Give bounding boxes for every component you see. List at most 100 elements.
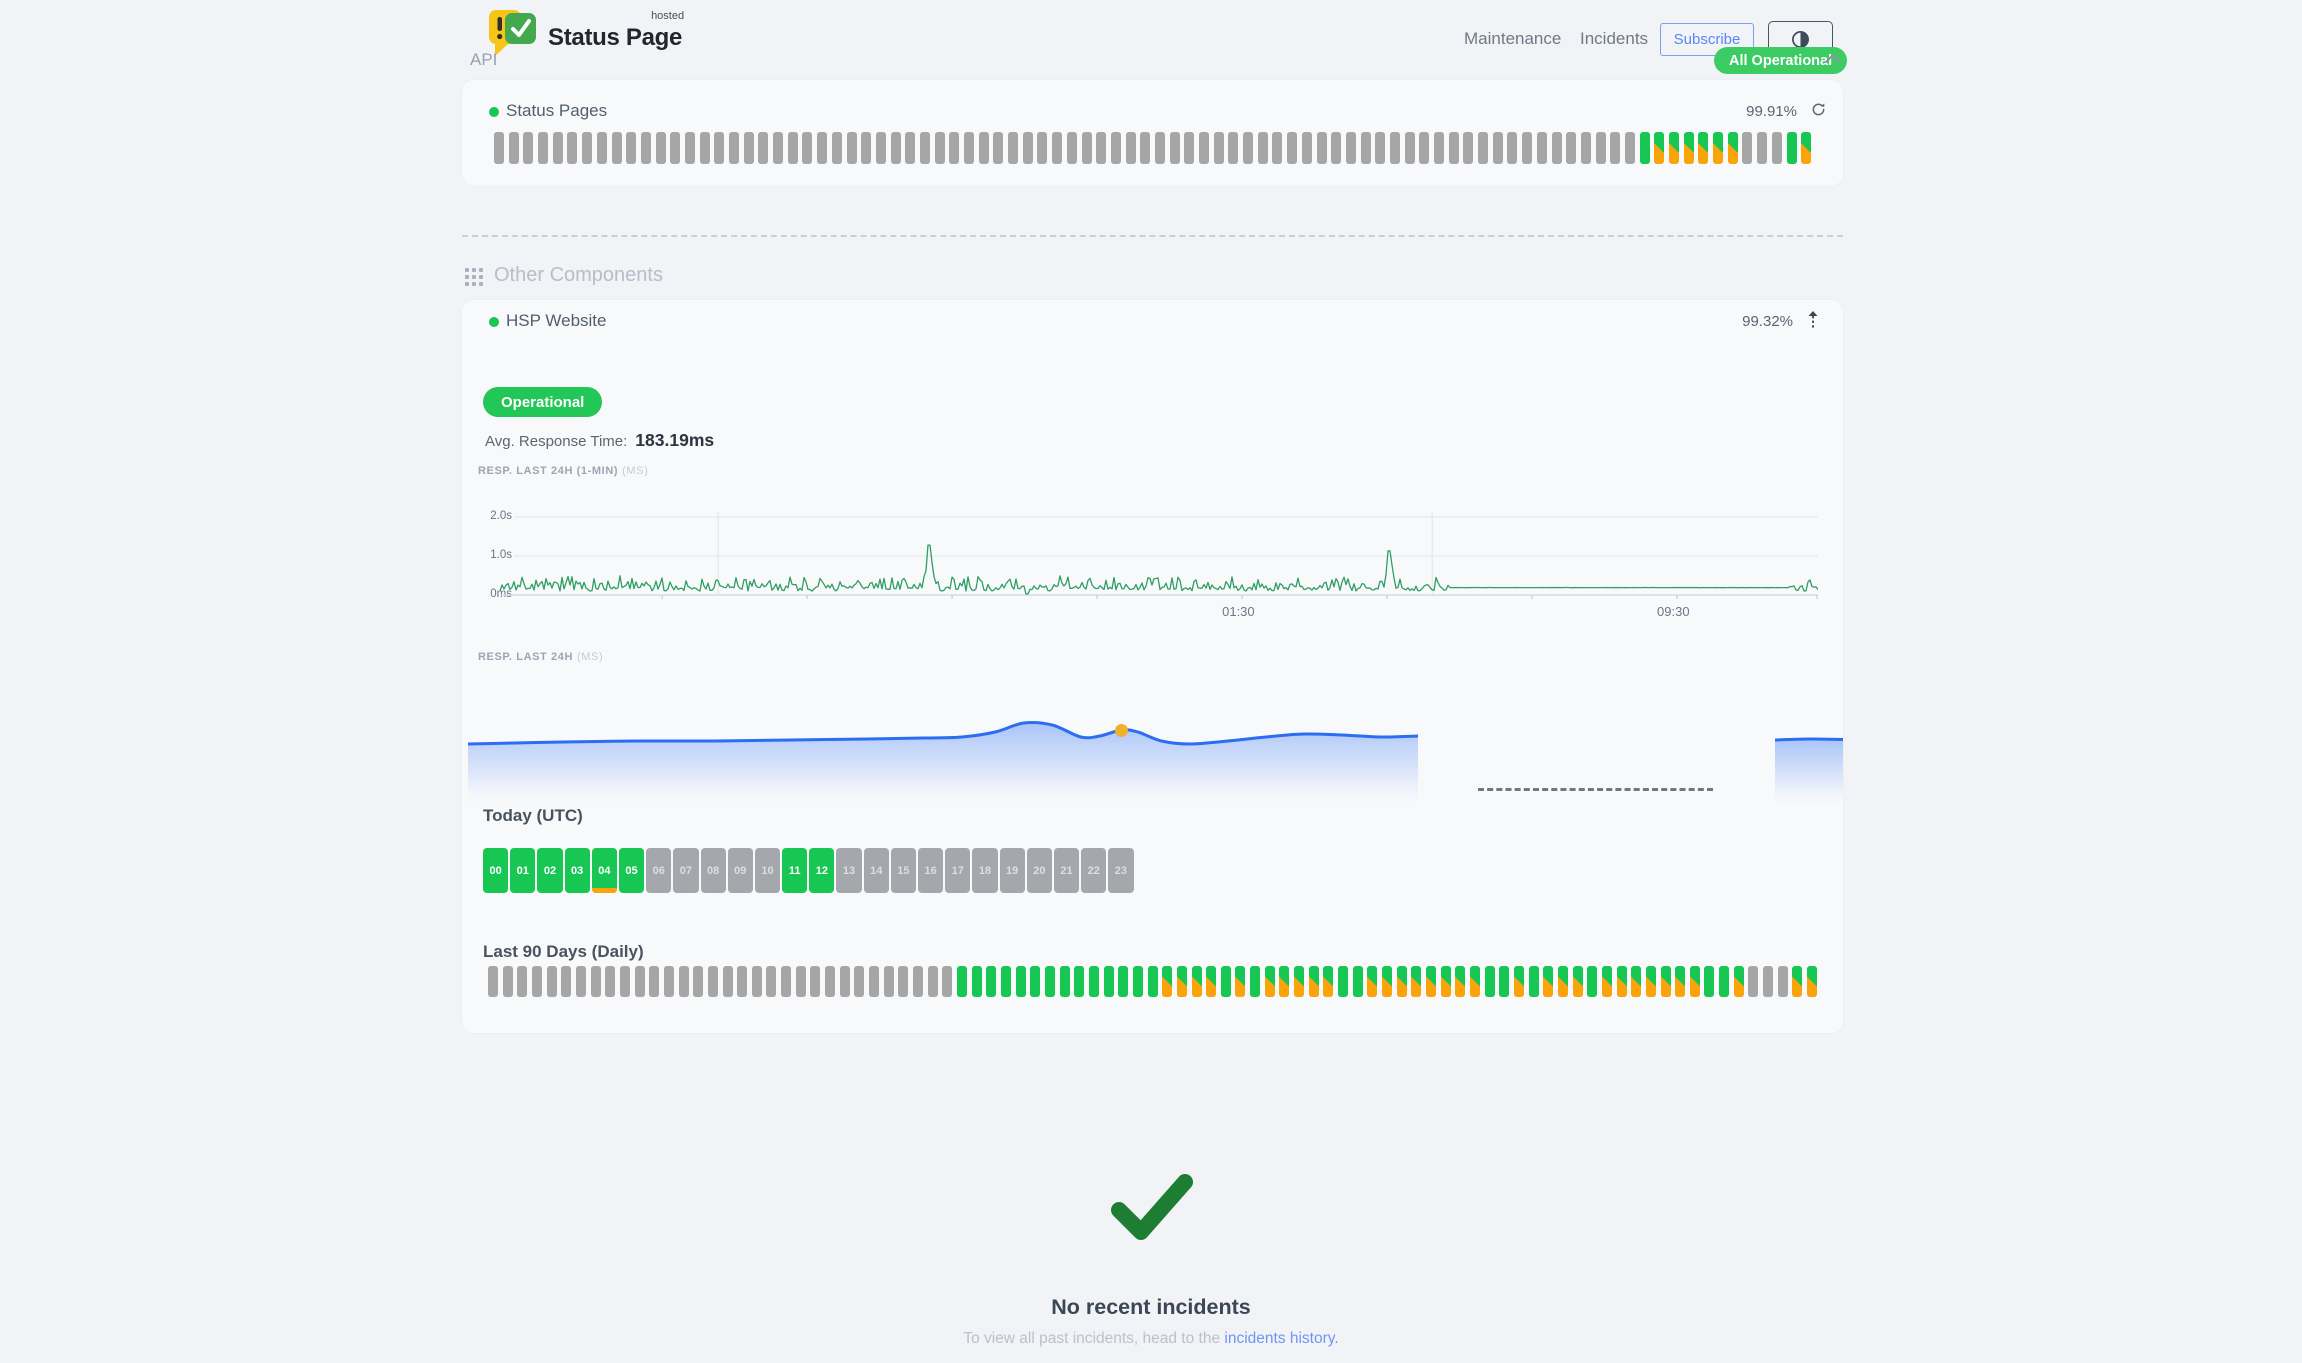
uptime-bar[interactable] xyxy=(773,132,783,164)
uptime-bar[interactable] xyxy=(905,132,915,164)
hour-block-10[interactable]: 10 xyxy=(755,848,780,893)
uptime-bar[interactable] xyxy=(972,966,982,997)
uptime-bar[interactable] xyxy=(744,132,754,164)
uptime-bar[interactable] xyxy=(1346,132,1356,164)
uptime-bar[interactable] xyxy=(635,966,645,997)
uptime-bar[interactable] xyxy=(1082,132,1092,164)
hour-block-15[interactable]: 15 xyxy=(891,848,916,893)
uptime-bar[interactable] xyxy=(1397,966,1407,997)
hour-block-12[interactable]: 12 xyxy=(809,848,834,893)
uptime-bar[interactable] xyxy=(1763,966,1773,997)
uptime-bar[interactable] xyxy=(986,966,996,997)
uptime-bar[interactable] xyxy=(1801,132,1811,164)
uptime-bar[interactable] xyxy=(928,966,938,997)
uptime-bar[interactable] xyxy=(517,966,527,997)
uptime-bar[interactable] xyxy=(898,966,908,997)
uptime-bar[interactable] xyxy=(1206,966,1216,997)
uptime-bar[interactable] xyxy=(964,132,974,164)
uptime-bar[interactable] xyxy=(708,966,718,997)
uptime-bar[interactable] xyxy=(1558,966,1568,997)
uptime-bar[interactable] xyxy=(670,132,680,164)
uptime-bar[interactable] xyxy=(1566,132,1576,164)
uptime-bar[interactable] xyxy=(714,132,724,164)
hour-block-00[interactable]: 00 xyxy=(483,848,508,893)
uptime-bar[interactable] xyxy=(840,966,850,997)
uptime-bar[interactable] xyxy=(1221,966,1231,997)
uptime-bar[interactable] xyxy=(1353,966,1363,997)
uptime-bar[interactable] xyxy=(1778,966,1788,997)
uptime-bar[interactable] xyxy=(1214,132,1224,164)
hour-block-16[interactable]: 16 xyxy=(918,848,943,893)
uptime-bar[interactable] xyxy=(1573,966,1583,997)
uptime-bar[interactable] xyxy=(1177,966,1187,997)
uptime-bar[interactable] xyxy=(1323,966,1333,997)
uptime-bar[interactable] xyxy=(1074,966,1084,997)
uptime-bar[interactable] xyxy=(626,132,636,164)
hour-block-02[interactable]: 02 xyxy=(537,848,562,893)
chevron-up-icon[interactable] xyxy=(1824,51,1842,69)
uptime-bar[interactable] xyxy=(1441,966,1451,997)
hour-block-04[interactable]: 04 xyxy=(592,848,617,893)
uptime-bar[interactable] xyxy=(942,966,952,997)
uptime-bar[interactable] xyxy=(620,966,630,997)
uptime-bar[interactable] xyxy=(605,966,615,997)
hour-block-01[interactable]: 01 xyxy=(510,848,535,893)
uptime-bar[interactable] xyxy=(1192,966,1202,997)
uptime-bar[interactable] xyxy=(1184,132,1194,164)
uptime-bar[interactable] xyxy=(1060,966,1070,997)
uptime-bar[interactable] xyxy=(1302,132,1312,164)
uptime-bar[interactable] xyxy=(591,966,601,997)
uptime-bar[interactable] xyxy=(854,966,864,997)
uptime-bar[interactable] xyxy=(1507,132,1517,164)
uptime-bar[interactable] xyxy=(1111,132,1121,164)
uptime-bar[interactable] xyxy=(1250,966,1260,997)
hour-block-20[interactable]: 20 xyxy=(1027,848,1052,893)
uptime-bar[interactable] xyxy=(876,132,886,164)
uptime-bar[interactable] xyxy=(1690,966,1700,997)
uptime-bar[interactable] xyxy=(1067,132,1077,164)
uptime-bar[interactable] xyxy=(1148,966,1158,997)
highlight-dot[interactable] xyxy=(1115,724,1128,737)
uptime-bar[interactable] xyxy=(1140,132,1150,164)
uptime-bar[interactable] xyxy=(1170,132,1180,164)
hour-block-07[interactable]: 07 xyxy=(673,848,698,893)
uptime-bar[interactable] xyxy=(1126,132,1136,164)
uptime-bar[interactable] xyxy=(913,966,923,997)
uptime-bar[interactable] xyxy=(1265,966,1275,997)
uptime-bar[interactable] xyxy=(957,966,967,997)
hour-block-22[interactable]: 22 xyxy=(1081,848,1106,893)
uptime-bar[interactable] xyxy=(1684,132,1694,164)
uptime-bar[interactable] xyxy=(1367,966,1377,997)
uptime-bar[interactable] xyxy=(1133,966,1143,997)
uptime-bar[interactable] xyxy=(869,966,879,997)
nav-incidents[interactable]: Incidents xyxy=(1580,29,1648,49)
uptime-bar[interactable] xyxy=(1646,966,1656,997)
uptime-bar[interactable] xyxy=(1470,966,1480,997)
uptime-bar[interactable] xyxy=(1661,966,1671,997)
uptime-bar[interactable] xyxy=(1596,132,1606,164)
uptime-bar[interactable] xyxy=(561,966,571,997)
uptime-bar[interactable] xyxy=(1537,132,1547,164)
uptime-bar[interactable] xyxy=(920,132,930,164)
uptime-bar[interactable] xyxy=(802,132,812,164)
uptime-bar[interactable] xyxy=(693,966,703,997)
uptime-bar[interactable] xyxy=(1426,966,1436,997)
uptime-bar[interactable] xyxy=(700,132,710,164)
uptime-bar[interactable] xyxy=(752,966,762,997)
uptime-bar[interactable] xyxy=(538,132,548,164)
uptime-bar[interactable] xyxy=(861,132,871,164)
uptime-bar[interactable] xyxy=(567,132,577,164)
uptime-bar[interactable] xyxy=(1610,132,1620,164)
uptime-bar[interactable] xyxy=(1529,966,1539,997)
uptime-bar[interactable] xyxy=(1338,966,1348,997)
uptime-bar[interactable] xyxy=(737,966,747,997)
uptime-bar[interactable] xyxy=(1455,966,1465,997)
collapse-up-arrow-icon[interactable] xyxy=(1806,310,1820,336)
uptime-bar[interactable] xyxy=(1405,132,1415,164)
uptime-bar[interactable] xyxy=(723,966,733,997)
uptime-bar[interactable] xyxy=(1449,132,1459,164)
uptime-bar[interactable] xyxy=(597,132,607,164)
uptime-bar[interactable] xyxy=(1787,132,1797,164)
uptime-bar[interactable] xyxy=(1728,132,1738,164)
uptime-bar[interactable] xyxy=(1235,966,1245,997)
